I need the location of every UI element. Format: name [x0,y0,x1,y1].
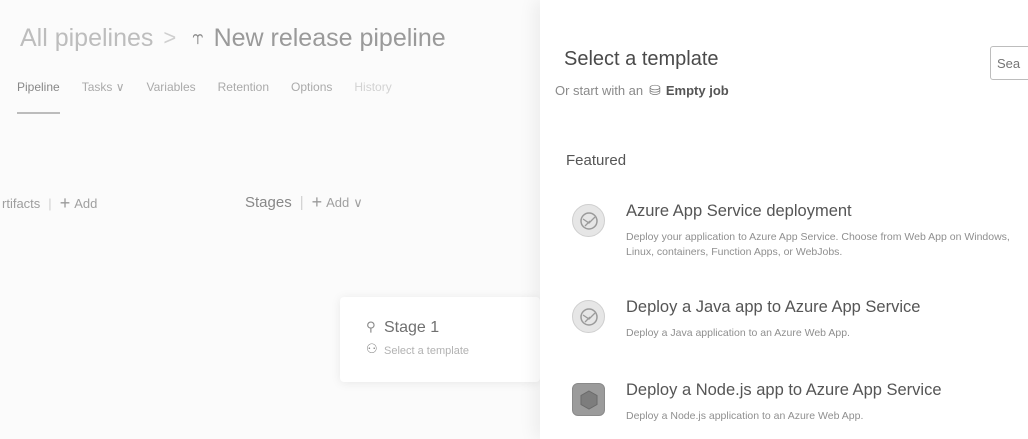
empty-job-icon: ⛁ [649,82,661,98]
start-prefix: Or start with an [555,83,644,98]
divider: | [299,194,304,211]
artifacts-section: rtifacts | + Add [2,193,97,214]
template-description: Deploy a Java application to an Azure We… [626,327,850,339]
template-panel: Select a template Or start with an ⛁ Emp… [540,0,1028,439]
pipeline-editor: All pipelines > ⥾ New release pipeline P… [0,0,540,439]
app-service-icon [572,204,605,237]
add-stage-button[interactable]: + Add ∨ [312,192,363,213]
plus-icon: + [311,192,323,212]
plus-icon: + [59,193,71,213]
deploy-icon: ⚲ [366,319,376,334]
featured-heading: Featured [566,152,627,169]
app-service-icon [572,300,605,333]
template-title: Deploy a Java app to Azure App Service [626,298,921,316]
template-title: Deploy a Node.js app to Azure App Servic… [626,381,942,399]
template-title: Azure App Service deployment [626,202,852,220]
tab-pipeline[interactable]: Pipeline [17,80,60,114]
pipeline-name[interactable]: New release pipeline [214,24,446,53]
template-item-azure-app-service[interactable]: Azure App Service deployment Deploy your… [570,202,1010,282]
tab-options[interactable]: Options [291,80,332,114]
stage-subtitle[interactable]: Select a template [384,345,469,357]
divider: | [48,196,52,211]
person-icon: ⚇ [366,341,378,356]
stages-label: Stages [245,194,292,211]
add-artifact-label: Add [74,196,98,211]
stages-section: Stages | + Add ∨ [245,192,363,213]
tab-tasks[interactable]: Tasks ∨ [82,80,125,114]
breadcrumb-all-pipelines[interactable]: All pipelines [20,24,153,53]
stage-card[interactable]: ⚲ ⚇ Stage 1 Select a template [340,297,540,382]
tab-variables[interactable]: Variables [147,80,196,114]
panel-title: Select a template [564,48,719,70]
nodejs-icon [572,383,605,416]
stage-name[interactable]: Stage 1 [384,319,439,337]
pipeline-icon: ⥾ [192,26,204,49]
artifacts-label: rtifacts [2,196,41,211]
template-item-java-app[interactable]: Deploy a Java app to Azure App Service D… [570,298,1010,348]
tab-history[interactable]: History [354,80,391,114]
editor-tabs: Pipeline Tasks ∨ Variables Retention Opt… [17,80,392,114]
add-stage-label: Add [326,195,350,210]
start-with-empty: Or start with an ⛁ Empty job [555,82,729,99]
tab-retention[interactable]: Retention [218,80,269,114]
template-description: Deploy your application to Azure App Ser… [626,231,1010,258]
breadcrumb-separator: > [163,25,177,50]
template-search-input[interactable] [990,46,1028,80]
chevron-down-icon: ∨ [353,194,363,210]
add-artifact-button[interactable]: + Add [60,193,98,214]
template-description: Deploy a Node.js application to an Azure… [626,410,864,422]
breadcrumb: All pipelines > ⥾ New release pipeline [20,22,446,54]
template-item-nodejs-app[interactable]: Deploy a Node.js app to Azure App Servic… [570,381,1010,431]
empty-job-link[interactable]: ⛁ Empty job [649,82,729,99]
empty-job-label: Empty job [665,83,729,98]
